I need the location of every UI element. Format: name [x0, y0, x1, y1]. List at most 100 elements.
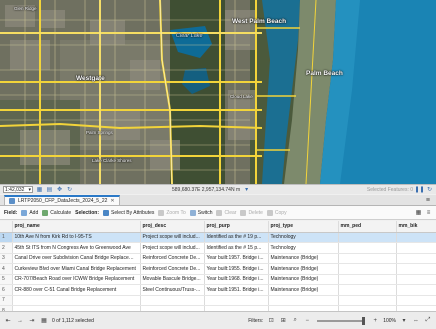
- scale-selector[interactable]: 1:42,032 ▾: [3, 186, 33, 193]
- cell-proj-name[interactable]: 10th Ave N from Kirk Rd to I-95-TS: [12, 232, 141, 243]
- cell-proj-name[interactable]: 45th St ITS from N Congress Ave to Green…: [12, 242, 141, 254]
- menu-icon[interactable]: ≡: [426, 197, 430, 204]
- tab-attribute-table[interactable]: LRTP2050_CFP_DataJects_2024_5_22 ✕: [4, 195, 120, 205]
- zoom-in-icon[interactable]: +: [371, 317, 379, 325]
- cell-proj-name[interactable]: [12, 295, 141, 306]
- cell-rownum[interactable]: 7: [0, 295, 13, 306]
- cell-proj-type[interactable]: [268, 295, 339, 306]
- add-field-button[interactable]: Add: [21, 209, 38, 216]
- cell-rownum[interactable]: 5: [0, 274, 13, 285]
- cell-rownum[interactable]: 6: [0, 284, 13, 296]
- fullscreen-icon[interactable]: ⤢: [424, 317, 432, 325]
- first-record-icon[interactable]: ⇤: [4, 317, 12, 325]
- calculate-button[interactable]: Calculate: [42, 209, 71, 216]
- cell-proj-type[interactable]: Maintenance (Bridge): [268, 284, 339, 296]
- cell-proj-name[interactable]: CR-880 over C-51 Canal Bridge Replacemen…: [12, 284, 141, 296]
- column-header-mm-ped[interactable]: mm_ped: [338, 221, 397, 233]
- cell-proj-desc[interactable]: Movable Bascule Bridge...: [140, 274, 205, 285]
- close-icon[interactable]: ✕: [110, 198, 114, 204]
- cell-mm-ped[interactable]: [338, 263, 397, 275]
- cell-mm-bik[interactable]: [396, 295, 436, 306]
- cell-proj-desc[interactable]: Reinforced Concrete De...: [140, 263, 205, 275]
- column-header-proj-desc[interactable]: proj_desc: [140, 221, 205, 233]
- cell-proj-purp[interactable]: Year built:1968. Bridge i...: [204, 274, 269, 285]
- table-row[interactable]: 6 CR-880 over C-51 Canal Bridge Replaceme…: [0, 284, 436, 296]
- cell-proj-purp[interactable]: [204, 295, 269, 306]
- cell-rownum[interactable]: 2: [0, 242, 13, 254]
- cell-proj-desc[interactable]: Reinforced Concrete De...: [140, 253, 205, 264]
- next-record-icon[interactable]: →: [16, 317, 24, 325]
- cell-mm-ped[interactable]: [338, 232, 397, 243]
- cell-proj-purp[interactable]: Identified as the # 15 p...: [204, 242, 269, 254]
- cell-proj-name[interactable]: Canal Drive over Subdivision Canal Bridg…: [12, 253, 141, 264]
- cell-mm-bik[interactable]: [396, 284, 436, 296]
- table-row[interactable]: 1 10th Ave N from Kirk Rd to I-95-TS Proje…: [0, 232, 436, 243]
- cell-mm-bik[interactable]: [396, 232, 436, 243]
- cell-proj-type[interactable]: Technology: [268, 232, 339, 243]
- cell-proj-type[interactable]: Maintenance (Bridge): [268, 253, 339, 264]
- cell-proj-desc[interactable]: Steel Continuous/Truss-...: [140, 284, 205, 296]
- cell-proj-desc[interactable]: [140, 295, 205, 306]
- zoom-to-button[interactable]: Zoom To: [158, 209, 186, 216]
- options-menu-icon[interactable]: ≡: [425, 209, 432, 216]
- map-view[interactable]: Glen Ridge Clear Lake West Palm Beach Pa…: [0, 0, 436, 184]
- zoom-out-icon[interactable]: −: [303, 317, 311, 325]
- refresh-map-icon[interactable]: ↻: [426, 186, 433, 193]
- zoom-dropdown-icon[interactable]: ▾: [400, 317, 408, 325]
- cell-proj-purp[interactable]: Year built:1951. Bridge i...: [204, 284, 269, 296]
- table-view-icon[interactable]: ▦: [415, 209, 422, 216]
- cell-proj-type[interactable]: Technology: [268, 242, 339, 254]
- attribute-table-grid[interactable]: proj_name proj_desc proj_purp proj_type …: [0, 221, 436, 311]
- column-header-proj-type[interactable]: proj_type: [268, 221, 339, 233]
- cell-mm-bik[interactable]: [396, 274, 436, 285]
- table-row[interactable]: 2 45th St ITS from N Congress Ave to Gree…: [0, 242, 436, 254]
- coordinate-dropdown-icon[interactable]: ▾: [243, 186, 250, 193]
- clear-button[interactable]: Clear: [216, 209, 236, 216]
- select-by-attributes-button[interactable]: Select By Attributes: [103, 209, 154, 216]
- last-record-icon[interactable]: ⇥: [28, 317, 36, 325]
- cell-rownum[interactable]: 4: [0, 263, 13, 275]
- refresh-icon[interactable]: ↻: [66, 186, 73, 193]
- table-row[interactable]: 3 Canal Drive over Subdivision Canal Brid…: [0, 253, 436, 264]
- copy-button[interactable]: Copy: [266, 209, 287, 216]
- cell-proj-purp[interactable]: Identified as the # 19 p...: [204, 232, 269, 243]
- column-header-mm-bik[interactable]: mm_bik: [396, 221, 436, 233]
- cell-mm-bik[interactable]: [396, 242, 436, 254]
- cell-proj-type[interactable]: Maintenance (Bridge): [268, 263, 339, 275]
- cell-rownum[interactable]: 3: [0, 253, 13, 264]
- navigator-icon[interactable]: ✥: [56, 186, 63, 193]
- column-header-rownum[interactable]: [0, 221, 13, 233]
- cell-proj-type[interactable]: Maintenance (Bridge): [268, 274, 339, 285]
- table-row[interactable]: 5 CR-707/Beach Road over ICWW Bridge Repl…: [0, 274, 436, 285]
- table-row[interactable]: 7: [0, 295, 436, 306]
- cell-proj-purp[interactable]: Year built:1955. Bridge i...: [204, 263, 269, 275]
- fit-width-icon[interactable]: ⇔: [412, 317, 420, 325]
- zoom-slider-thumb[interactable]: [362, 316, 366, 325]
- cell-mm-bik[interactable]: [396, 253, 436, 264]
- zoom-slider[interactable]: [317, 316, 366, 325]
- table-row[interactable]: 4 Curkeview Blvd over Miami Canal Bridge …: [0, 263, 436, 275]
- cell-proj-name[interactable]: Curkeview Blvd over Miami Canal Bridge R…: [12, 263, 141, 275]
- filter-selection-icon[interactable]: ⊞: [279, 317, 287, 325]
- cell-mm-ped[interactable]: [338, 295, 397, 306]
- layers-icon[interactable]: ▤: [46, 186, 53, 193]
- grid-icon[interactable]: ▦: [36, 186, 43, 193]
- cell-proj-desc[interactable]: Project scope will includ...: [140, 232, 205, 243]
- cell-proj-desc[interactable]: Project scope will includ...: [140, 242, 205, 254]
- cell-mm-ped[interactable]: [338, 242, 397, 254]
- pause-icon[interactable]: ❚❚: [414, 186, 424, 193]
- delete-button[interactable]: Delete: [240, 209, 263, 216]
- filter-query-icon[interactable]: ⌕: [291, 317, 299, 325]
- cell-proj-name[interactable]: CR-707/Beach Road over ICWW Bridge Repla…: [12, 274, 141, 285]
- cell-rownum[interactable]: 1: [0, 232, 13, 243]
- cell-mm-ped[interactable]: [338, 253, 397, 264]
- filter-extent-icon[interactable]: ⊡: [267, 317, 275, 325]
- cell-mm-ped[interactable]: [338, 274, 397, 285]
- column-header-proj-name[interactable]: proj_name: [12, 221, 141, 233]
- switch-button[interactable]: Switch: [189, 209, 212, 216]
- cell-mm-bik[interactable]: [396, 263, 436, 275]
- cell-proj-purp[interactable]: Year built:1957. Bridge i...: [204, 253, 269, 264]
- cell-mm-ped[interactable]: [338, 284, 397, 296]
- table-info-icon[interactable]: ▦: [40, 317, 48, 325]
- column-header-proj-purp[interactable]: proj_purp: [204, 221, 269, 233]
